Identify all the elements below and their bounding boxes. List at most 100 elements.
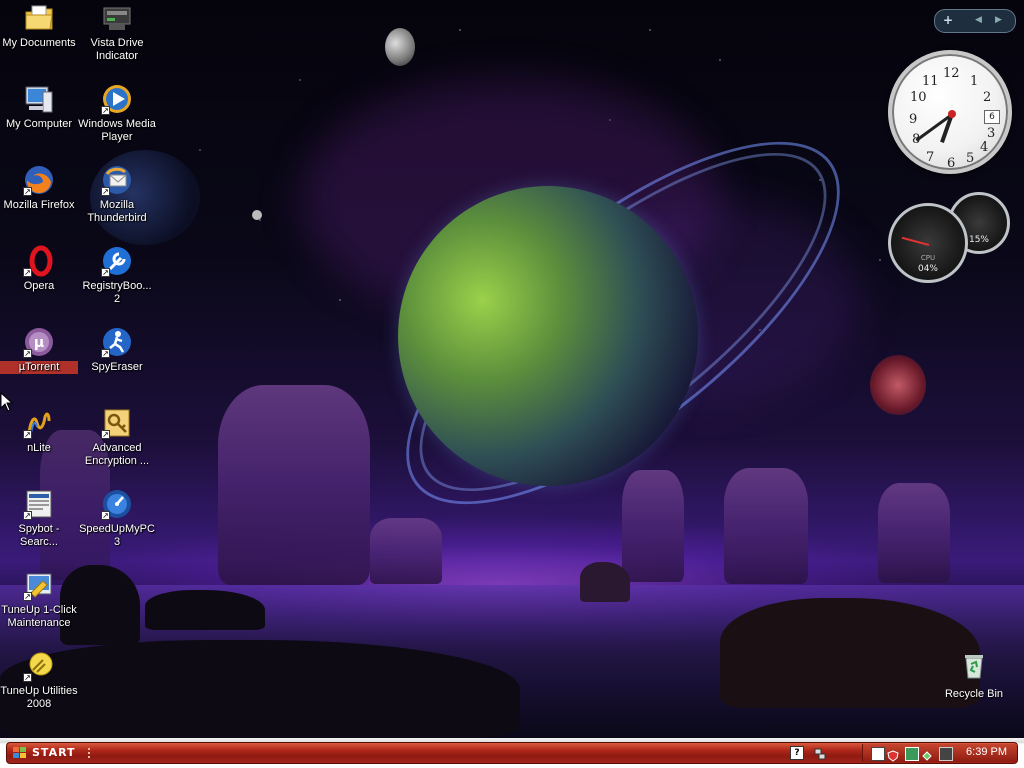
- cpu-value: 04%: [917, 264, 938, 274]
- desktop-icon-spyeraser[interactable]: ↗ SpyEraser: [78, 326, 156, 374]
- shortcut-arrow-icon: ↗: [101, 268, 110, 277]
- speedupmypc-icon: ↗: [101, 488, 133, 520]
- clock-number: 11: [922, 74, 939, 89]
- quick-launch-grip[interactable]: [88, 748, 98, 758]
- start-button[interactable]: START: [10, 744, 82, 762]
- help-icon[interactable]: ?: [790, 746, 804, 760]
- desktop-icon-label: SpyEraser: [91, 361, 143, 373]
- rock-formation: [218, 385, 370, 585]
- desktop-icon-speedupmypc[interactable]: ↗ SpeedUpMyPC 3: [78, 488, 156, 549]
- monitor-icon[interactable]: [939, 747, 953, 761]
- clock-number: 10: [910, 90, 927, 105]
- desktop-icon-my-computer[interactable]: My Computer: [0, 83, 78, 131]
- computer-icon: [23, 83, 55, 115]
- tray-app-icon[interactable]: [905, 747, 919, 761]
- desktop-icon-spybot[interactable]: ↗ Spybot - Searc...: [0, 488, 78, 549]
- tuneup-maintenance-icon: ↗: [23, 569, 55, 601]
- cpu-label: CPU: [920, 254, 936, 262]
- desktop-icon-label: Recycle Bin: [944, 688, 1004, 700]
- system-tray: 6:39 PM: [862, 744, 1017, 762]
- rock-formation: [622, 470, 684, 582]
- desktop-icon-label: My Computer: [5, 118, 73, 130]
- network-icon[interactable]: [814, 745, 826, 760]
- clock-center-pin: [948, 110, 956, 118]
- spybot-icon: ↗: [23, 488, 55, 520]
- clock-date: 6: [984, 110, 1000, 124]
- drive-indicator-icon: [101, 2, 133, 34]
- tray-sync-icon[interactable]: [921, 747, 933, 761]
- recycle-bin-icon: [958, 650, 990, 682]
- firefox-icon: ↗: [23, 164, 55, 196]
- start-label: START: [32, 746, 76, 759]
- desktop-icon-registrybooster[interactable]: ↗ RegistryBoo... 2: [78, 245, 156, 306]
- tray-window-icon[interactable]: [871, 747, 885, 761]
- shore-rock: [580, 562, 630, 602]
- nlite-icon: ↗: [23, 407, 55, 439]
- shortcut-arrow-icon: ↗: [101, 511, 110, 520]
- folder-icon: [23, 2, 55, 34]
- desktop-icon-windows-media-player[interactable]: ↗ Windows Media Player: [78, 83, 156, 144]
- desktop-icon-vista-drive-indicator[interactable]: Vista Drive Indicator: [78, 2, 156, 63]
- rock-formation: [878, 483, 950, 583]
- shortcut-arrow-icon: ↗: [23, 673, 32, 682]
- rock-formation: [370, 518, 442, 584]
- desktop-icon-advanced-encryption[interactable]: ↗ Advanced Encryption ...: [78, 407, 156, 468]
- shortcut-arrow-icon: ↗: [101, 430, 110, 439]
- svg-text:µ: µ: [34, 335, 44, 351]
- utorrent-icon: µ ↗: [23, 326, 55, 358]
- thunderbird-icon: ↗: [101, 164, 133, 196]
- add-gadget-button[interactable]: +: [943, 13, 953, 27]
- desktop-icon-label: Windows Media Player: [78, 118, 156, 143]
- clock-number: 7: [926, 150, 935, 165]
- clock-gadget[interactable]: 12 1 2 3 4 5 6 7 8 9 10 11 6: [888, 50, 1012, 174]
- clock-number: 6: [947, 156, 956, 171]
- desktop-icon-my-documents[interactable]: My Documents: [0, 2, 78, 50]
- desktop-icon-thunderbird[interactable]: ↗ Mozilla Thunderbird: [78, 164, 156, 225]
- taskbar-clock[interactable]: 6:39 PM: [966, 746, 1007, 758]
- desktop-icon-tuneup-1click[interactable]: ↗ TuneUp 1-Click Maintenance: [0, 569, 78, 630]
- desktop-icon-tuneup-utilities[interactable]: ↗ TuneUp Utilities 2008: [0, 650, 78, 711]
- desktop-icon-label: Mozilla Thunderbird: [87, 199, 147, 224]
- shortcut-arrow-icon: ↗: [101, 349, 110, 358]
- desktop-icon-label: Mozilla Firefox: [3, 199, 75, 211]
- taskbar: START ? 6:39 PM: [0, 738, 1024, 768]
- desktop-icon-label: Opera: [23, 280, 55, 292]
- spyeraser-icon: ↗: [101, 326, 133, 358]
- desktop-icon-recycle-bin[interactable]: Recycle Bin: [938, 650, 1010, 701]
- desktop-icon-firefox[interactable]: ↗ Mozilla Firefox: [0, 164, 78, 212]
- gadget-sidebar-controls: + ◀ ▶: [934, 9, 1016, 33]
- media-player-icon: ↗: [101, 83, 133, 115]
- moon: [385, 28, 415, 66]
- desktop-icon-label: µTorrent: [0, 361, 78, 374]
- clock-number: 4: [980, 140, 989, 155]
- windows-flag-icon: [12, 746, 28, 763]
- shortcut-arrow-icon: ↗: [23, 592, 32, 601]
- moon: [252, 210, 262, 220]
- shortcut-arrow-icon: ↗: [23, 511, 32, 520]
- shore-rock: [145, 590, 265, 630]
- tuneup-utilities-icon: ↗: [23, 650, 55, 682]
- desktop-icon-label: TuneUp 1-Click Maintenance: [1, 604, 77, 629]
- desktop-icon-utorrent[interactable]: µ ↗ µTorrent: [0, 326, 78, 374]
- desktop-icon-label: SpeedUpMyPC 3: [79, 523, 155, 548]
- shortcut-arrow-icon: ↗: [23, 430, 32, 439]
- shortcut-arrow-icon: ↗: [23, 187, 32, 196]
- planet: [398, 186, 698, 486]
- clock-number: 2: [983, 90, 992, 105]
- desktop-icon-label: TuneUp Utilities 2008: [0, 685, 78, 710]
- shield-icon[interactable]: [887, 747, 899, 762]
- next-page-button[interactable]: ▶: [995, 15, 1002, 25]
- shortcut-arrow-icon: ↗: [23, 349, 32, 358]
- cpu-gauge: CPU 04%: [888, 203, 968, 283]
- desktop-icon-label: Spybot - Searc...: [18, 523, 60, 548]
- previous-page-button[interactable]: ◀: [975, 15, 982, 25]
- desktop-icon-label: Advanced Encryption ...: [84, 442, 150, 467]
- rock-formation: [724, 468, 808, 584]
- desktop-icon-label: My Documents: [2, 37, 76, 49]
- clock-number: 1: [970, 74, 979, 89]
- desktop-icon-opera[interactable]: ↗ Opera: [0, 245, 78, 293]
- clock-number: 9: [909, 112, 918, 127]
- encryption-key-icon: ↗: [101, 407, 133, 439]
- desktop: My Documents My Computer ↗ Mozilla Firef…: [0, 0, 1024, 738]
- clock-number: 5: [966, 151, 975, 166]
